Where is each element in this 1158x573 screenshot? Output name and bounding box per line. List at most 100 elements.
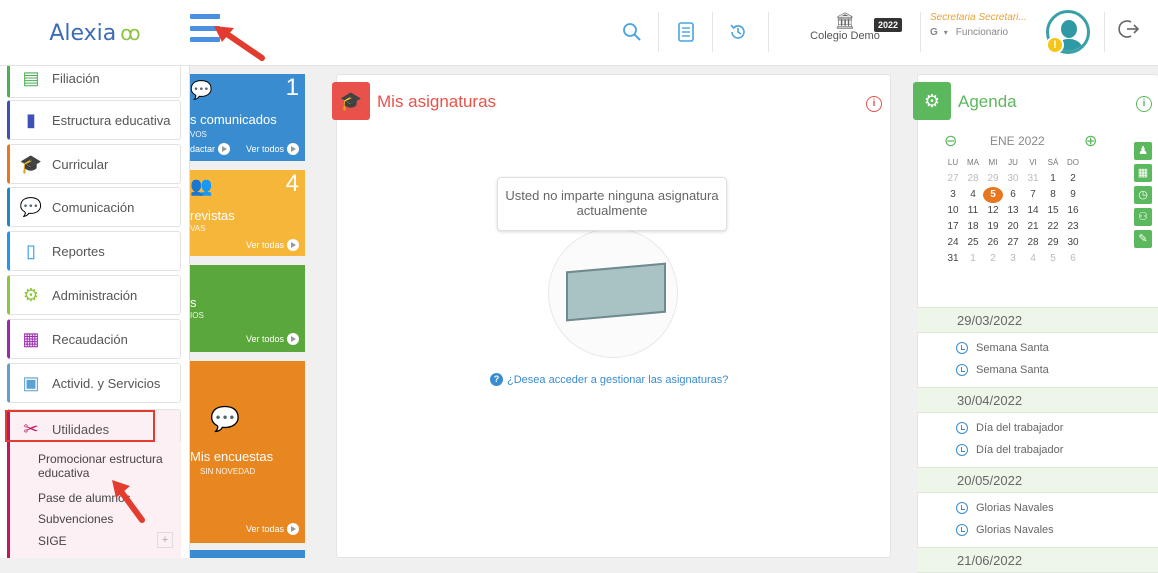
info-icon[interactable]: i: [1136, 96, 1152, 112]
clock-icon[interactable]: ◷: [1134, 186, 1152, 204]
next-tile[interactable]: [190, 550, 305, 558]
calendar-day[interactable]: 29: [983, 171, 1003, 187]
calendar-day[interactable]: 6: [1063, 251, 1083, 267]
manage-asignaturas-link[interactable]: ? ¿Desea acceder a gestionar las asignatu…: [490, 373, 728, 386]
alexia-logo[interactable]: Alexia ꝏ: [0, 0, 190, 66]
redactar-link[interactable]: dactar: [190, 143, 231, 155]
calendar-day[interactable]: 4: [963, 187, 983, 203]
agenda-event[interactable]: Glorias Navales: [956, 502, 1054, 514]
info-icon[interactable]: i: [866, 96, 882, 112]
encuestas-tile[interactable]: 💬 Mis encuestas SIN NOVEDAD Ver todas: [190, 361, 305, 543]
agenda-event[interactable]: Día del trabajador: [956, 422, 1063, 434]
calendar-day[interactable]: 10: [943, 203, 963, 219]
annotation-arrow-icon: [112, 480, 145, 523]
sidebar-item-comunicacion[interactable]: 💬 Comunicación: [7, 187, 181, 227]
ver-todas-link[interactable]: Ver todas: [246, 239, 299, 251]
calendar-day[interactable]: 27: [943, 171, 963, 187]
agenda-event[interactable]: Semana Santa: [956, 342, 1049, 354]
sidebar-item-administracion[interactable]: ⚙ Administración: [7, 275, 181, 315]
calendar-day-today[interactable]: 5: [983, 187, 1003, 203]
calendar-day[interactable]: 31: [943, 251, 963, 267]
ver-todas-link[interactable]: Ver todas: [246, 523, 299, 535]
submenu-item-subvenciones[interactable]: Subvenciones: [38, 512, 113, 526]
user-icon[interactable]: ♟: [1134, 142, 1152, 160]
entrevistas-tile[interactable]: 👥 4 revistas VAS Ver todas: [190, 170, 305, 256]
agenda-event[interactable]: Día del trabajador: [956, 444, 1063, 456]
sidebar-item-curricular[interactable]: 🎓 Curricular: [7, 144, 181, 184]
calendar-day[interactable]: 18: [963, 219, 983, 235]
user-profile-block[interactable]: Secretaria Secretari... G ▾ Funcionario: [930, 12, 1026, 38]
group-icon[interactable]: ⚇: [1134, 208, 1152, 226]
divider: [768, 12, 769, 52]
pencil-icon[interactable]: ✎: [1134, 230, 1152, 248]
calendar-day[interactable]: 2: [1063, 171, 1083, 187]
submenu-item-sige[interactable]: SIGE: [38, 534, 67, 548]
calendar-day[interactable]: 26: [983, 235, 1003, 251]
calendar-day[interactable]: 30: [1003, 171, 1023, 187]
calendar-day[interactable]: 11: [963, 203, 983, 219]
sidebar-item-reportes[interactable]: ▯ Reportes: [7, 231, 181, 271]
calendar-day[interactable]: 31: [1023, 171, 1043, 187]
calendar-day[interactable]: 3: [1003, 251, 1023, 267]
sidebar-item-actividades[interactable]: ▣ Activid. y Servicios: [7, 363, 181, 403]
calendar-day[interactable]: 7: [1023, 187, 1043, 203]
ver-todos-link[interactable]: Ver todos: [246, 143, 299, 155]
calendar-day[interactable]: 25: [963, 235, 983, 251]
sidebar-item-estructura[interactable]: ▮ Estructura educativa: [7, 100, 181, 140]
tile-count: 4: [285, 170, 299, 197]
calendar-day[interactable]: 2: [983, 251, 1003, 267]
comunicados-tile[interactable]: 💬 1 s comunicados VOS dactar Ver todos: [190, 74, 305, 161]
sidebar-item-label: Curricular: [52, 156, 109, 172]
calendar-day[interactable]: 23: [1063, 219, 1083, 235]
calendar-day[interactable]: 6: [1003, 187, 1023, 203]
calendar-icon[interactable]: ▦: [1134, 164, 1152, 182]
tile-title: s: [190, 295, 197, 310]
calendar-day[interactable]: 30: [1063, 235, 1083, 251]
alert-icon[interactable]: !: [1046, 36, 1064, 54]
calendar-day[interactable]: 21: [1023, 219, 1043, 235]
next-month-icon[interactable]: ⊕: [1084, 131, 1097, 151]
chevron-down-icon[interactable]: ▾: [944, 28, 948, 37]
calendar-day[interactable]: 12: [983, 203, 1003, 219]
logout-icon[interactable]: [1118, 18, 1140, 47]
calendar-day[interactable]: 15: [1043, 203, 1063, 219]
calendar-day[interactable]: 5: [1043, 251, 1063, 267]
calendar-day[interactable]: 8: [1043, 187, 1063, 203]
agenda-event[interactable]: Glorias Navales: [956, 524, 1054, 536]
agenda-event[interactable]: Semana Santa: [956, 364, 1049, 376]
calendar-day[interactable]: 13: [1003, 203, 1023, 219]
calendar-day[interactable]: 16: [1063, 203, 1083, 219]
submenu-item-promocionar[interactable]: Promocionar estructura educativa: [38, 452, 178, 480]
calendar-day[interactable]: 4: [1023, 251, 1043, 267]
document-icon[interactable]: [664, 14, 708, 50]
calendar-day[interactable]: 24: [943, 235, 963, 251]
ver-todos-link[interactable]: Ver todos: [246, 333, 299, 345]
calendar-day[interactable]: 20: [1003, 219, 1023, 235]
calendar-day[interactable]: 28: [963, 171, 983, 187]
calendar-clock-icon: ▣: [22, 372, 40, 393]
sidebar-item-label: Recaudación: [52, 331, 128, 347]
calendar-day[interactable]: 17: [943, 219, 963, 235]
calendar-day[interactable]: 28: [1023, 235, 1043, 251]
calendar-day[interactable]: 1: [1043, 171, 1063, 187]
calendar-day[interactable]: 22: [1043, 219, 1063, 235]
green-tile[interactable]: s IOS Ver todos: [190, 265, 305, 352]
book-icon: ▮: [26, 109, 36, 130]
expand-icon[interactable]: +: [157, 532, 173, 548]
user-initial: G: [930, 27, 938, 38]
calendar-day[interactable]: 3: [943, 187, 963, 203]
calendar-day[interactable]: 27: [1003, 235, 1023, 251]
search-icon[interactable]: [610, 14, 654, 50]
calendar-day[interactable]: 29: [1043, 235, 1063, 251]
sidebar-item-recaudacion[interactable]: ▦ Recaudación: [7, 319, 181, 359]
calendar-day[interactable]: 14: [1023, 203, 1043, 219]
calendar-day[interactable]: 19: [983, 219, 1003, 235]
link-text: ¿Desea acceder a gestionar las asignatur…: [507, 373, 729, 386]
sidebar-item-filiacion[interactable]: ▤ Filiación: [7, 66, 181, 98]
calendar-day[interactable]: 1: [963, 251, 983, 267]
prev-month-icon[interactable]: ⊖: [944, 131, 957, 151]
year-badge[interactable]: 2022: [874, 18, 903, 32]
calendar-day[interactable]: 9: [1063, 187, 1083, 203]
clock-icon: [956, 444, 968, 456]
history-icon[interactable]: [716, 14, 760, 50]
